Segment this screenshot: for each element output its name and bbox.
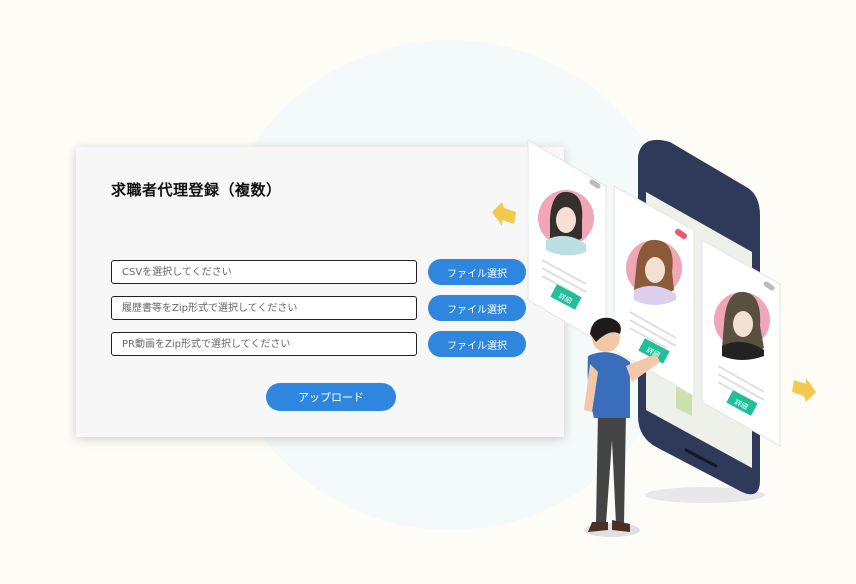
page-title: 求職者代理登録（複数）: [111, 181, 282, 199]
resume-zip-field[interactable]: [111, 296, 417, 320]
heart-icon: [763, 281, 775, 291]
upload-button[interactable]: アップロード: [266, 383, 396, 411]
arrow-left-icon: [492, 202, 516, 226]
heart-icon: [589, 179, 601, 189]
arrow-right-icon: [792, 378, 816, 402]
recruiting-illustration: 詳細 詳細 詳細: [492, 139, 816, 537]
pr-video-zip-field[interactable]: [111, 332, 417, 356]
profile-card-1: 詳細: [527, 139, 607, 347]
heart-icon: [675, 229, 687, 239]
csv-file-field[interactable]: [111, 260, 417, 284]
